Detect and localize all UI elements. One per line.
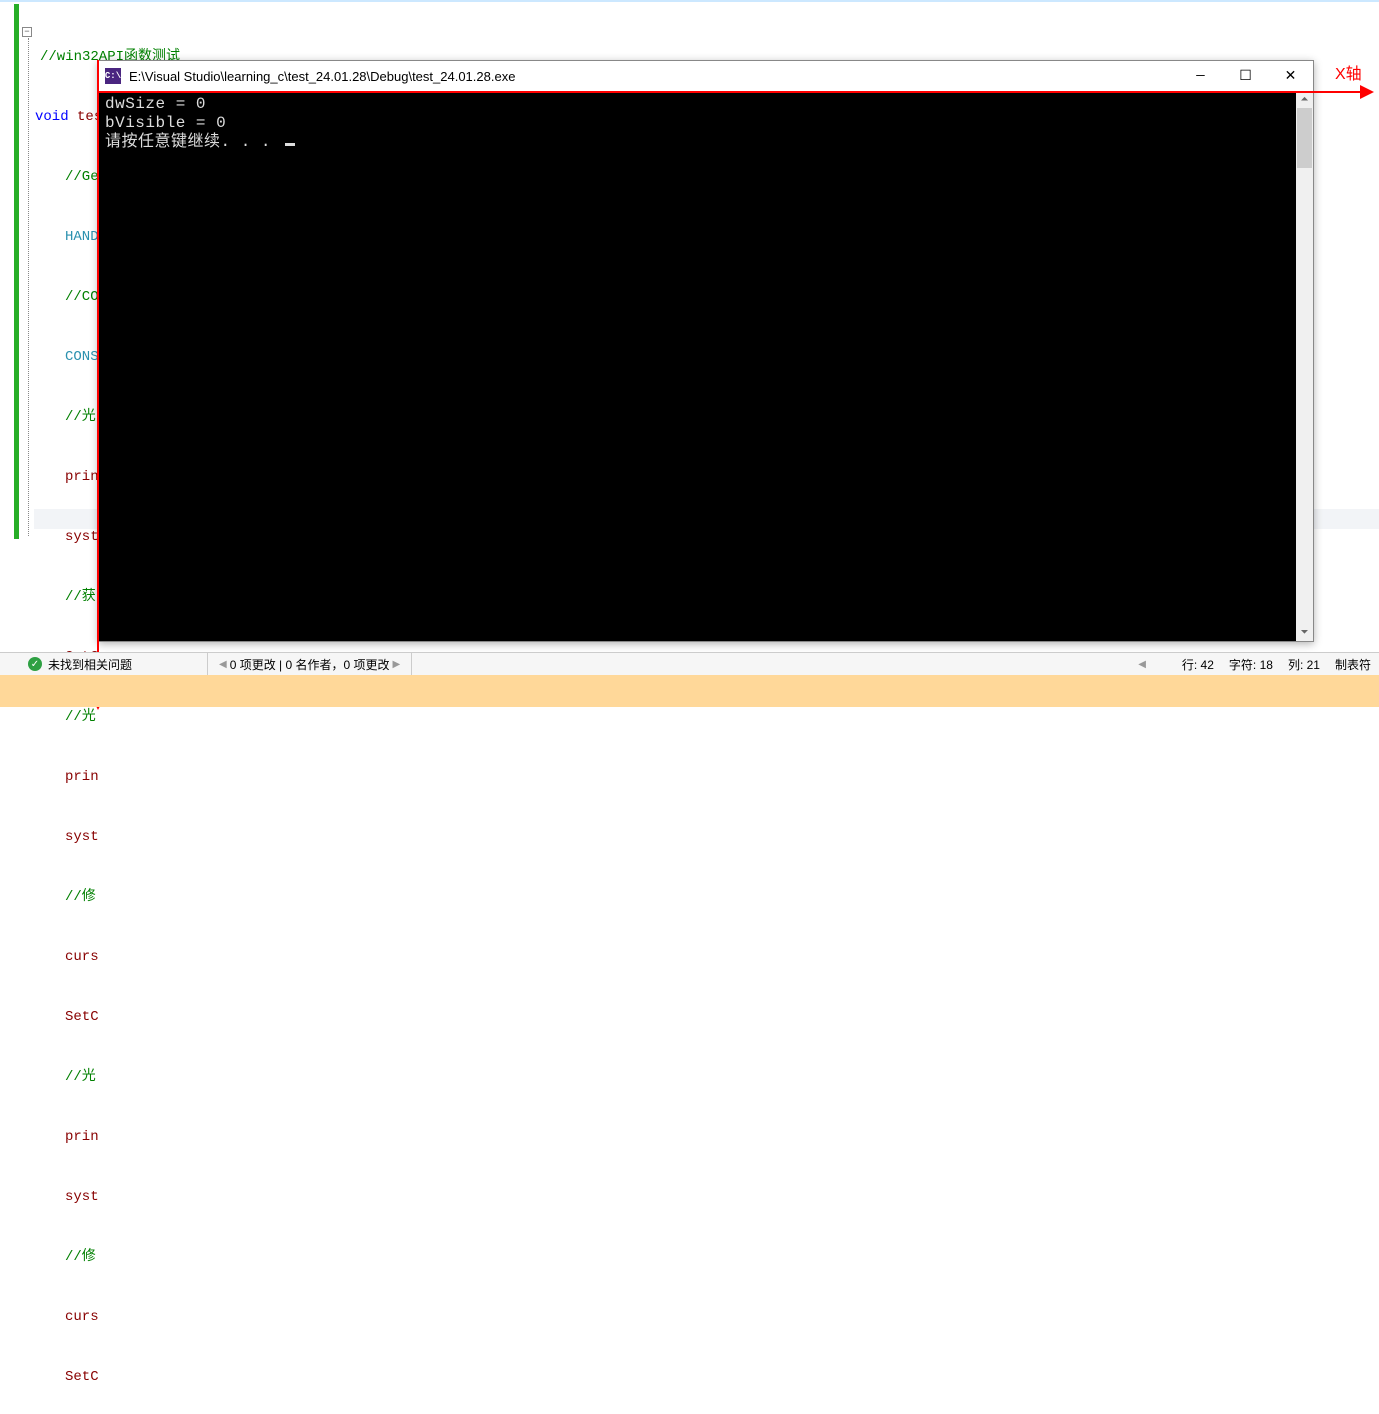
cursor-icon (285, 143, 295, 146)
code-text-frag: prin (65, 1129, 99, 1145)
code-comment: //修 (65, 1249, 96, 1265)
x-axis-arrow-icon (1360, 85, 1374, 99)
console-output[interactable]: dwSize = 0 bVisible = 0 请按任意键继续. . . (99, 91, 1313, 641)
console-icon: C:\ (105, 68, 121, 84)
console-title: E:\Visual Studio\learning_c\test_24.01.2… (129, 69, 1178, 84)
change-indicator-bar (14, 4, 19, 539)
chevron-left-icon[interactable]: ◀ (216, 659, 230, 670)
code-comment: //光 (65, 709, 96, 725)
console-window: C:\ E:\Visual Studio\learning_c\test_24.… (98, 60, 1314, 642)
status-line[interactable]: 行: 42 (1182, 656, 1214, 673)
maximize-button[interactable]: ☐ (1223, 61, 1268, 91)
console-titlebar[interactable]: C:\ E:\Visual Studio\learning_c\test_24.… (99, 61, 1313, 91)
status-col[interactable]: 列: 21 (1288, 656, 1320, 673)
chevron-left-icon[interactable]: ◀ (1135, 659, 1149, 670)
status-tabs[interactable]: 制表符 (1335, 656, 1371, 673)
y-axis-line (97, 60, 99, 702)
console-line: dwSize = 0 (105, 95, 1307, 114)
code-keyword: void (35, 109, 69, 125)
status-changes[interactable]: ◀ 0 项更改 | 0 名作者，0 项更改 ▶ (207, 653, 412, 676)
status-changes-text: 0 项更改 | 0 名作者，0 项更改 (230, 656, 390, 673)
code-text-frag: curs (65, 1309, 99, 1325)
code-text-frag: curs (65, 949, 99, 965)
code-comment: //光 (65, 409, 96, 425)
code-text-frag: syst (65, 529, 99, 545)
code-type: HAND (65, 229, 99, 245)
code-text-frag: prin (65, 769, 99, 785)
code-comment: //修 (65, 889, 96, 905)
status-right: ◀ 行: 42 字符: 18 列: 21 制表符 (1135, 656, 1379, 673)
code-text-frag: SetC (65, 1009, 99, 1025)
minimize-button[interactable]: — (1178, 61, 1223, 91)
code-text-frag: SetC (65, 1369, 99, 1385)
close-button[interactable]: ✕ (1268, 61, 1313, 91)
scroll-up-icon[interactable]: ⏶ (1296, 91, 1313, 108)
collapse-toggle[interactable]: − (22, 27, 32, 37)
scroll-down-icon[interactable]: ⏷ (1296, 624, 1313, 641)
bottom-orange-band (0, 675, 1379, 707)
console-scrollbar[interactable]: ⏶ ⏷ (1296, 91, 1313, 641)
brace-guide (28, 38, 29, 536)
console-line: bVisible = 0 (105, 114, 1307, 133)
chevron-right-icon[interactable]: ▶ (390, 659, 404, 670)
code-text-frag: prin (65, 469, 99, 485)
editor-margin (0, 4, 14, 539)
status-issues-text: 未找到相关问题 (48, 656, 132, 673)
console-line: 请按任意键继续. . . (105, 133, 1307, 152)
status-char[interactable]: 字符: 18 (1229, 656, 1273, 673)
code-text-frag: syst (65, 1189, 99, 1205)
code-type: CONS (65, 349, 99, 365)
code-text-frag: syst (65, 829, 99, 845)
scroll-thumb[interactable] (1297, 108, 1312, 168)
status-bar: ✓ 未找到相关问题 ◀ 0 项更改 | 0 名作者，0 项更改 ▶ ◀ 行: 4… (0, 652, 1379, 675)
code-comment: //CO (65, 289, 99, 305)
code-comment: //光 (65, 1069, 96, 1085)
check-icon: ✓ (28, 657, 42, 671)
code-comment: //获 (65, 589, 96, 605)
x-axis-line (98, 91, 1368, 93)
x-axis-label: X轴 (1335, 60, 1362, 84)
status-issues[interactable]: ✓ 未找到相关问题 (0, 656, 132, 673)
